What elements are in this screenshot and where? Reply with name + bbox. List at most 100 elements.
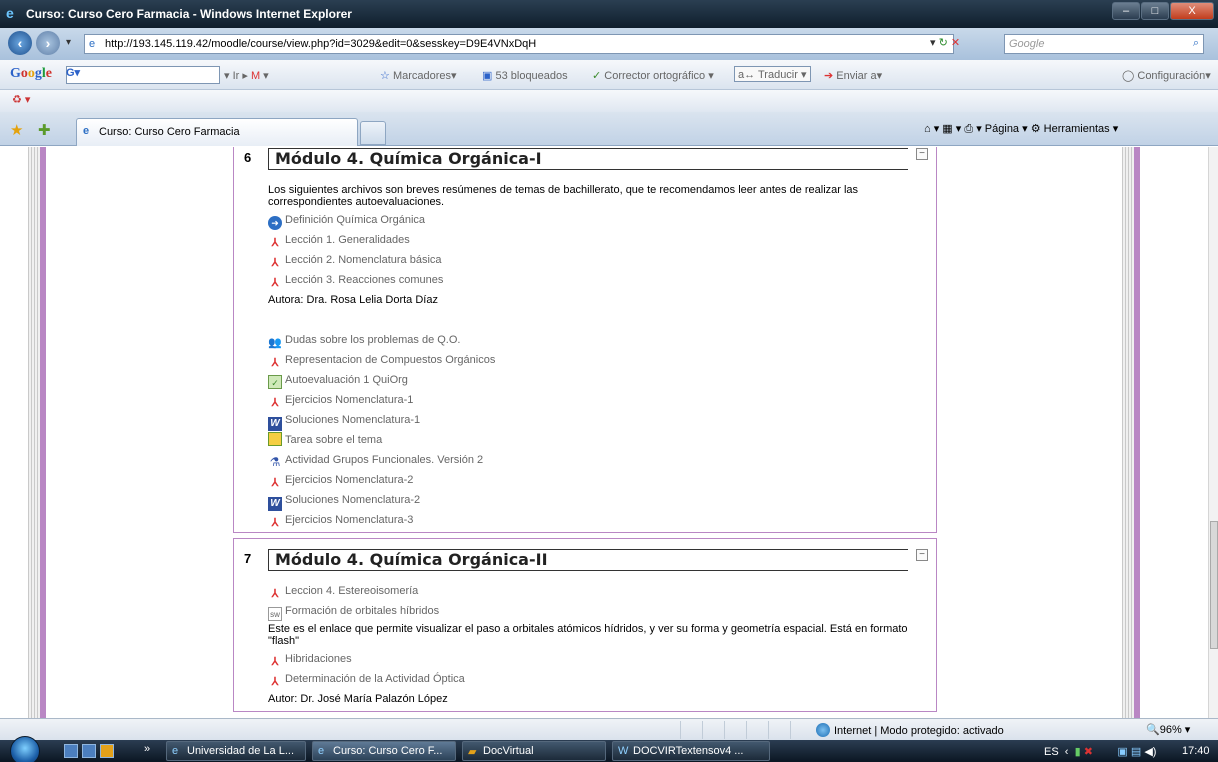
tools-menu[interactable]: Herramientas ▾ — [1044, 123, 1119, 135]
tab-curso[interactable]: e Curso: Curso Cero Farmacia — [76, 118, 358, 146]
clock[interactable]: 17:40 — [1182, 745, 1210, 757]
url-input[interactable]: e http://193.145.119.42/moodle/course/vi… — [84, 34, 954, 54]
section-intro: Los siguientes archivos son breves resúm… — [268, 184, 859, 208]
maximize-button[interactable]: □ — [1141, 2, 1169, 20]
pdf-icon: ⅄ — [271, 656, 279, 668]
status-bar: Internet | Modo protegido: activado 🔍96%… — [0, 718, 1218, 740]
resource-link[interactable]: ⅄ Lección 2. Nomenclatura básica — [268, 252, 442, 269]
feeds-icon[interactable]: ▦ — [942, 123, 952, 135]
resource-link[interactable]: sw Formación de orbitales híbridos — [268, 603, 439, 621]
resource-link[interactable]: ⅄ Lección 3. Reacciones comunes — [268, 272, 444, 289]
google-toolbar: Google G▾ ▾ Ir ▸ M ▾ ☆ Marcadores▾ ▣ 53 … — [0, 60, 1218, 90]
taskbar-button[interactable]: W DOCVIRTextensov4 ... — [612, 741, 770, 761]
word-doc-icon: W — [268, 417, 282, 431]
pdf-icon: ⅄ — [271, 517, 279, 529]
translate-small-icon[interactable]: ♻ ▾ — [12, 93, 30, 106]
right-purple-bar — [1134, 147, 1140, 718]
course-section-7: 7 Módulo 4. Química Orgánica-II − ⅄ Lecci… — [233, 538, 937, 712]
bookmarks-button[interactable]: ☆ Marcadores▾ — [380, 68, 457, 84]
back-button[interactable]: ‹ — [8, 31, 32, 55]
resource-link[interactable]: ✓ Autoevaluación 1 QuiOrg — [268, 372, 408, 389]
resource-link[interactable]: ⅄ Lección 1. Generalidades — [268, 232, 410, 249]
resource-link[interactable]: ➜ Definición Química Orgánica — [268, 212, 425, 230]
display-icon[interactable]: ▤ — [1131, 746, 1141, 758]
tray-chevron-icon[interactable]: ‹ — [1062, 746, 1072, 758]
spellcheck-button[interactable]: ✓ Corrector ortográfico ▾ — [592, 68, 714, 84]
window-titlebar: e Curso: Curso Cero Farmacia - Windows I… — [0, 0, 1218, 28]
settings-button[interactable]: ◯ Configuración▾ — [1122, 68, 1211, 84]
more-icon[interactable]: » — [144, 743, 150, 755]
close-button[interactable]: X — [1170, 2, 1214, 20]
resource-link[interactable]: ⅄ Representacion de Compuestos Orgánicos — [268, 352, 496, 369]
resource-link[interactable]: Tarea sobre el tema — [268, 432, 382, 448]
send-icon: ➔ — [824, 70, 834, 82]
pdf-icon: ⅄ — [271, 588, 279, 600]
translate-button[interactable]: a↔ Traducir ▾ — [734, 66, 811, 82]
go-button[interactable]: ▾ Ir ▸ M ▾ — [224, 68, 269, 84]
taskbar-button[interactable]: ▰ DocVirtual — [462, 741, 606, 761]
translate-icon: a↔ — [738, 69, 756, 81]
collapse-toggle-icon[interactable]: − — [916, 148, 928, 160]
scrollbar-thumb[interactable] — [1210, 521, 1218, 649]
link-icon: ➜ — [268, 216, 282, 230]
media-player-icon[interactable] — [100, 744, 114, 758]
resource-link[interactable]: ⅄ Ejercicios Nomenclatura-2 — [268, 472, 414, 489]
left-border-stripe — [28, 147, 40, 718]
window-title: Curso: Curso Cero Farmacia - Windows Int… — [26, 7, 352, 21]
quiz-icon: ✓ — [268, 375, 282, 389]
google-search-prefix[interactable]: G▾ — [66, 65, 80, 81]
print-icon[interactable]: ⎙ — [964, 123, 973, 135]
home-icon[interactable]: ⌂ — [924, 123, 931, 135]
vertical-scrollbar[interactable] — [1208, 147, 1218, 718]
popup-blocker[interactable]: ▣ 53 bloqueados — [482, 68, 568, 84]
section-author: Autor: Dr. José María Palazón López — [268, 693, 448, 705]
taskbar-button[interactable]: e Curso: Curso Cero F... — [312, 741, 456, 761]
security-zone[interactable]: Internet | Modo protegido: activado — [816, 723, 1004, 737]
forward-button[interactable]: › — [36, 31, 60, 55]
minimize-button[interactable]: – — [1112, 2, 1140, 20]
resource-link[interactable]: W Soluciones Nomenclatura-1 — [268, 412, 420, 431]
ie-icon: e — [172, 745, 179, 757]
resource-link[interactable]: ⅄ Ejercicios Nomenclatura-1 — [268, 392, 414, 409]
volume-icon[interactable]: ◀) — [1144, 746, 1156, 758]
send-to-button[interactable]: ➔ Enviar a▾ — [824, 68, 882, 84]
refresh-icon[interactable]: ↻ — [939, 37, 948, 49]
folder-icon: ▰ — [468, 746, 477, 758]
section-title: Módulo 4. Química Orgánica-I — [268, 148, 908, 170]
zoom-level[interactable]: 🔍96% ▾ — [1146, 723, 1190, 736]
pdf-icon: ⅄ — [271, 257, 279, 269]
history-dropdown-icon[interactable]: ▾ — [66, 37, 71, 48]
resource-link[interactable]: ⅄ Hibridaciones — [268, 651, 352, 668]
new-tab-button[interactable] — [360, 121, 386, 145]
search-icon[interactable]: ⌕ — [1193, 37, 1199, 50]
language-indicator[interactable]: ES — [1044, 746, 1059, 758]
collapse-toggle-icon[interactable]: − — [916, 549, 928, 561]
start-button[interactable] — [10, 736, 40, 762]
refresh-stop-icons[interactable]: ▾ ↻ ✕ — [930, 36, 960, 49]
page-menu[interactable]: Página ▾ — [985, 123, 1028, 135]
resource-link[interactable]: 👥 Dudas sobre los problemas de Q.O. — [268, 332, 460, 349]
taskbar-button[interactable]: e Universidad de La L... — [166, 741, 306, 761]
show-desktop-icon[interactable] — [64, 744, 78, 758]
network-icon[interactable]: ▮ — [1075, 746, 1081, 758]
switch-windows-icon[interactable] — [82, 744, 96, 758]
security-alert-icon[interactable]: ✖ — [1084, 746, 1093, 758]
resource-link[interactable]: ⚗ Actividad Grupos Funcionales. Versión 2 — [268, 452, 484, 469]
assignment-icon — [268, 432, 282, 446]
section-number: 6 — [244, 150, 252, 165]
section-author: Autora: Dra. Rosa Lelia Dorta Díaz — [268, 294, 438, 306]
tray-icon[interactable]: ▣ — [1117, 746, 1127, 758]
resource-link[interactable]: W Soluciones Nomenclatura-2 — [268, 492, 420, 511]
google-logo[interactable]: Google — [10, 66, 52, 82]
google-search-input[interactable] — [66, 66, 220, 84]
stop-icon[interactable]: ✕ — [951, 37, 960, 49]
resource-link[interactable]: ⅄ Determinación de la Actividad Óptica — [268, 671, 465, 688]
pdf-icon: ⅄ — [271, 676, 279, 688]
favorites-star-icon[interactable]: ★ — [10, 121, 23, 139]
add-favorite-icon[interactable]: ✚ — [38, 121, 51, 139]
system-tray: ES ‹ ▮ ✖ ▣ ▤ ◀) — [1044, 745, 1156, 758]
gmail-icon: M — [250, 70, 261, 82]
resource-link[interactable]: ⅄ Ejercicios Nomenclatura-3 — [268, 512, 414, 529]
search-input[interactable]: Google ⌕ — [1004, 34, 1204, 54]
resource-link[interactable]: ⅄ Leccion 4. Estereoisomería — [268, 583, 419, 600]
